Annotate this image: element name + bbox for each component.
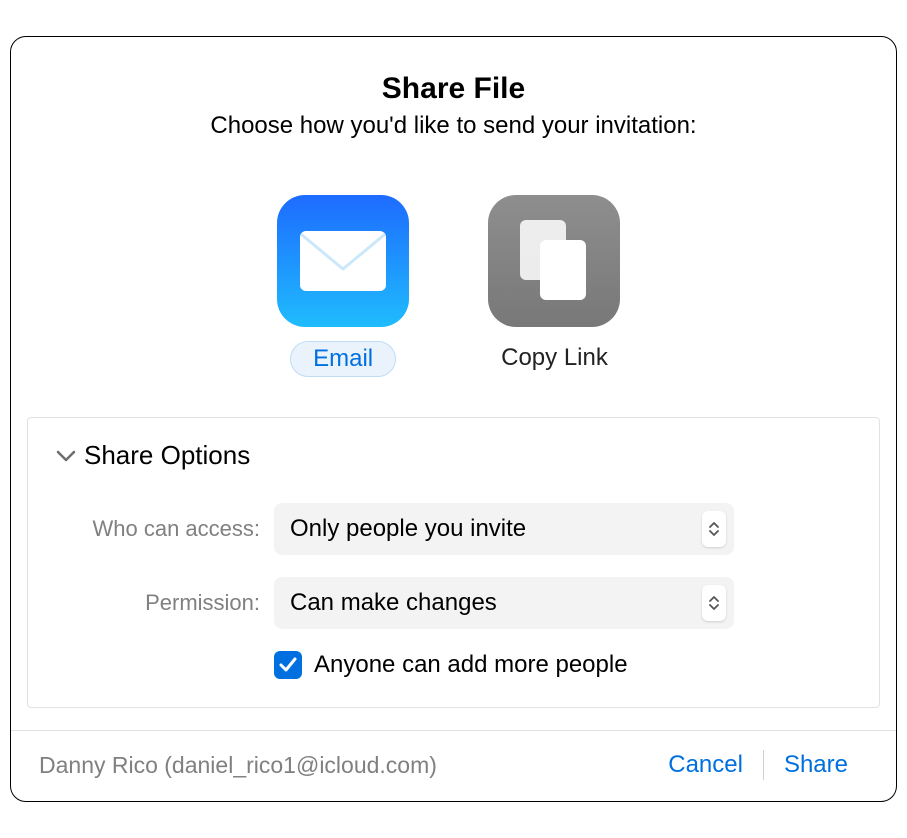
access-label: Who can access: [56,516,274,542]
updown-icon [702,511,726,547]
share-method-email-label: Email [290,341,396,377]
share-methods: Email Copy Link [11,150,896,407]
dialog-footer: Danny Rico (daniel_rico1@icloud.com) Can… [11,730,896,801]
updown-icon [702,585,726,621]
permission-select[interactable]: Can make changes [274,577,734,629]
permission-row: Permission: Can make changes [56,577,851,629]
copy-link-icon [488,195,620,327]
dialog-subtitle: Choose how you'd like to send your invit… [31,112,876,140]
dialog-title: Share File [31,72,876,106]
access-select[interactable]: Only people you invite [274,503,734,555]
access-row: Who can access: Only people you invite [56,503,851,555]
permission-select-value: Can make changes [290,589,702,617]
cancel-button[interactable]: Cancel [648,747,763,783]
share-method-copy-link-label: Copy Link [479,341,630,375]
dialog-header: Share File Choose how you'd like to send… [11,37,896,150]
share-method-copy-link[interactable]: Copy Link [479,195,630,377]
add-people-label: Anyone can add more people [314,651,628,679]
access-select-value: Only people you invite [290,515,702,543]
share-options-title: Share Options [84,440,250,471]
share-file-dialog: Share File Choose how you'd like to send… [10,36,897,802]
share-options-panel: Share Options Who can access: Only peopl… [27,417,880,708]
mail-icon [277,195,409,327]
share-options-toggle[interactable]: Share Options [56,440,851,471]
share-button[interactable]: Share [764,747,868,783]
permission-label: Permission: [56,590,274,616]
add-people-checkbox[interactable] [274,651,302,679]
user-info: Danny Rico (daniel_rico1@icloud.com) [39,752,648,779]
chevron-down-icon [56,449,76,463]
add-people-row: Anyone can add more people [56,651,851,679]
check-icon [279,657,297,673]
footer-actions: Cancel Share [648,747,868,783]
share-method-email[interactable]: Email [277,195,409,377]
